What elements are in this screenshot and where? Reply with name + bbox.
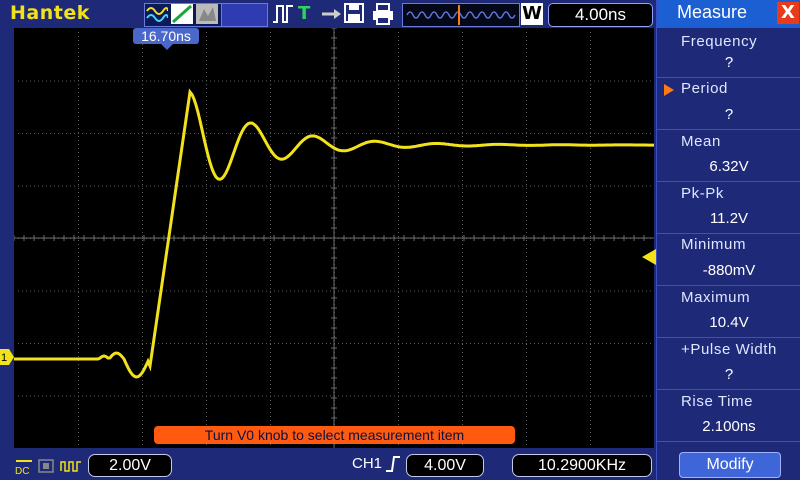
measure-value-mean: 6.32V (709, 158, 749, 175)
graticule (13, 27, 654, 448)
divider (657, 77, 800, 78)
trigger-t-icon: T (298, 3, 311, 24)
channel-1-marker[interactable]: 1 (0, 349, 14, 365)
measure-item-mean[interactable]: Mean (681, 133, 721, 150)
measure-value-frequency: ? (724, 54, 734, 71)
measure-value-pulse-width: ? (724, 366, 734, 383)
trigger-channel: CH1 (352, 455, 383, 472)
stop-icon (196, 4, 218, 24)
measure-item-pulse-width[interactable]: +Pulse Width (681, 341, 777, 358)
brand-logo: Hantek (10, 2, 90, 24)
divider (657, 129, 800, 130)
acquire-mode-icons (144, 3, 222, 27)
memory-timeline[interactable] (402, 3, 520, 27)
measure-value-pk-pk: 11.2V (709, 210, 749, 227)
hint-banner: Turn V0 knob to select measurement item (154, 426, 515, 444)
waveform-display[interactable] (13, 27, 654, 448)
measure-panel-title: Measure (677, 2, 748, 22)
divider (657, 181, 800, 182)
dc-coupling-icon: DC (14, 457, 34, 479)
measure-item-frequency[interactable]: Frequency (681, 33, 757, 50)
pulse-icon (272, 3, 294, 30)
channel-1-marker-label: 1 (1, 352, 7, 364)
status-box (221, 3, 268, 27)
probe-icon (38, 458, 54, 477)
measure-item-pk-pk[interactable]: Pk-Pk (681, 185, 724, 202)
tip-icon (320, 3, 342, 30)
measure-value-minimum: -880mV (702, 262, 756, 279)
timebase-readout[interactable]: 4.00ns (548, 3, 653, 27)
divider (657, 441, 800, 442)
measure-value-maximum: 10.4V (709, 314, 749, 331)
selected-arrow-icon (664, 84, 674, 96)
divider (657, 337, 800, 338)
divider (657, 285, 800, 286)
trigger-level-marker[interactable] (642, 249, 656, 265)
frequency-counter: 10.2900KHz (512, 454, 652, 477)
trigger-position-badge[interactable]: 16.70ns (133, 28, 199, 44)
top-status-bar: Hantek T W 4.00ns (0, 0, 655, 28)
slope-icon (171, 4, 193, 24)
bandwidth-icon (60, 458, 82, 477)
printer-icon[interactable] (372, 3, 394, 30)
volts-per-div[interactable]: 2.00V (88, 454, 172, 477)
measure-panel: Measure X Frequency ? Period ? Mean 6.32… (656, 0, 800, 480)
wave-icon (146, 4, 169, 24)
window-badge: W (521, 3, 543, 25)
modify-button[interactable]: Modify (679, 452, 781, 478)
trigger-level[interactable]: 4.00V (406, 454, 484, 477)
divider (657, 389, 800, 390)
measure-item-maximum[interactable]: Maximum (681, 289, 750, 306)
divider (657, 233, 800, 234)
close-button[interactable]: X (777, 2, 799, 24)
rising-edge-icon (385, 455, 401, 477)
measure-item-rise-time[interactable]: Rise Time (681, 393, 753, 410)
waveform-svg (13, 27, 654, 448)
save-icon[interactable] (344, 3, 364, 28)
measure-panel-header: Measure X (657, 0, 800, 28)
svg-text:DC: DC (15, 466, 29, 475)
measure-value-rise-time: 2.100ns (702, 418, 756, 435)
measure-value-period: ? (724, 106, 734, 123)
measure-item-period[interactable]: Period (681, 80, 728, 97)
trigger-position-pointer (161, 44, 173, 50)
measure-item-minimum[interactable]: Minimum (681, 236, 746, 253)
